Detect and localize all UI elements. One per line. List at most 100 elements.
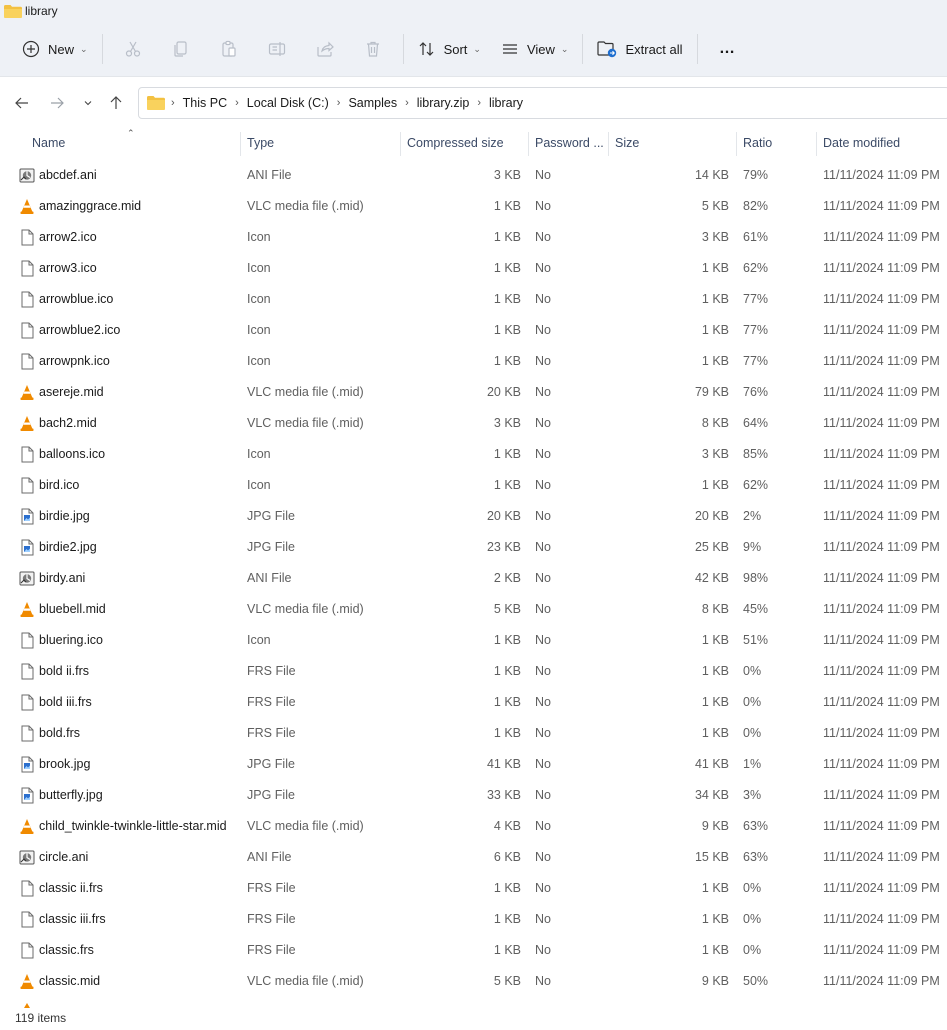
breadcrumb-library-zip[interactable]: library.zip (411, 96, 476, 110)
file-type: VLC media file (.mid) (247, 819, 364, 833)
file-name: bluebell.mid (39, 602, 106, 616)
column-divider[interactable] (816, 132, 817, 156)
folder-icon (4, 4, 22, 18)
file-name: birdy.ani (39, 571, 86, 585)
new-label: New (48, 41, 75, 57)
column-header-ratio[interactable]: Ratio (743, 136, 772, 150)
password-protected: No (535, 850, 551, 864)
file-type: FRS File (247, 881, 296, 895)
column-header-size[interactable]: Size (615, 136, 639, 150)
password-protected: No (535, 664, 551, 678)
date-modified: 11/11/2024 11:09 PM (823, 757, 940, 771)
up-button[interactable] (104, 91, 128, 115)
table-row[interactable]: asereje.mid VLC media file (.mid) 20 KB No 7… (0, 377, 947, 408)
table-row[interactable]: classic.frs FRS File 1 KB No 1 KB 0% 11/11/202… (0, 935, 947, 966)
file-type: JPG File (247, 757, 295, 771)
table-row[interactable]: brook.jpg JPG File 41 KB No 41 KB 1% 11/11/202… (0, 749, 947, 780)
table-row[interactable]: bird.ico Icon 1 KB No 1 KB 62% 11/11/2024 11:0… (0, 470, 947, 501)
compressed-size: 1 KB (493, 478, 521, 492)
file-type: JPG File (247, 540, 295, 554)
table-row[interactable]: butterfly.jpg JPG File 33 KB No 34 KB 3% 11/11… (0, 780, 947, 811)
back-button[interactable] (10, 91, 34, 115)
image-file-icon (19, 756, 35, 773)
column-header-type[interactable]: Type (247, 136, 274, 150)
copy-button[interactable] (157, 32, 205, 66)
chevron-down-icon (84, 101, 92, 106)
sort-button[interactable]: Sort ⌄ (410, 32, 489, 66)
cut-button[interactable] (109, 32, 157, 66)
paste-button[interactable] (205, 32, 253, 66)
file-name: asereje.mid (39, 385, 104, 399)
table-row[interactable]: birdie2.jpg JPG File 23 KB No 25 KB 9% 11/11/2… (0, 532, 947, 563)
column-header-name[interactable]: Name (32, 136, 65, 150)
breadcrumb-library[interactable]: library (483, 96, 529, 110)
table-row[interactable]: arrowblue.ico Icon 1 KB No 1 KB 77% 11/11/2024… (0, 284, 947, 315)
password-protected: No (535, 354, 551, 368)
rename-button[interactable] (253, 32, 301, 66)
compressed-size: 1 KB (493, 199, 521, 213)
more-options-button[interactable]: … (704, 32, 752, 66)
table-row[interactable]: bold iii.frs FRS File 1 KB No 1 KB 0% 11/11/20… (0, 687, 947, 718)
share-button[interactable] (301, 32, 349, 66)
table-row[interactable]: classic iii.frs FRS File 1 KB No 1 KB 0% 11/11… (0, 904, 947, 935)
table-row[interactable]: amazinggrace.mid VLC media file (.mid) 1 K… (0, 191, 947, 222)
file-size: 1 KB (701, 354, 729, 368)
table-row[interactable]: classic.mid VLC media file (.mid) 5 KB No 9 … (0, 966, 947, 997)
breadcrumb-this-pc[interactable]: This PC (177, 96, 233, 110)
table-row[interactable]: bold.frs FRS File 1 KB No 1 KB 0% 11/11/2024 1… (0, 718, 947, 749)
delete-button[interactable] (349, 32, 397, 66)
table-row[interactable]: arrow2.ico Icon 1 KB No 3 KB 61% 11/11/2024 11… (0, 222, 947, 253)
column-header-date-modified[interactable]: Date modified (823, 136, 900, 150)
file-size: 1 KB (701, 912, 729, 926)
table-row[interactable]: arrowblue2.ico Icon 1 KB No 1 KB 77% 11/11/202… (0, 315, 947, 346)
compressed-size: 20 KB (486, 385, 521, 399)
file-size: 1 KB (701, 633, 729, 647)
file-icon (19, 477, 35, 494)
table-row[interactable]: arrowpnk.ico Icon 1 KB No 1 KB 77% 11/11/2024 … (0, 346, 947, 377)
column-divider[interactable] (608, 132, 609, 156)
password-protected: No (535, 261, 551, 275)
password-protected: No (535, 695, 551, 709)
column-divider[interactable] (400, 132, 401, 156)
column-header-compressed-size[interactable]: Compressed size (407, 136, 504, 150)
breadcrumb-local-disk[interactable]: Local Disk (C:) (241, 96, 335, 110)
view-lines-icon (502, 44, 517, 54)
table-row[interactable]: classic ii.frs FRS File 1 KB No 1 KB 0% 11/11/… (0, 873, 947, 904)
password-protected: No (535, 478, 551, 492)
file-size: 9 KB (701, 974, 729, 988)
table-row[interactable]: bluering.ico Icon 1 KB No 1 KB 51% 11/11/2024 … (0, 625, 947, 656)
chevron-down-icon: ⌄ (560, 43, 569, 54)
table-row[interactable]: birdie.jpg JPG File 20 KB No 20 KB 2% 11/11/20… (0, 501, 947, 532)
table-row[interactable]: balloons.ico Icon 1 KB No 3 KB 85% 11/11/2024 … (0, 439, 947, 470)
table-row[interactable]: circle.ani ANI File 6 KB No 15 KB 63% 11/11/20… (0, 842, 947, 873)
new-button[interactable]: New ⌄ (14, 32, 96, 66)
file-icon (19, 694, 35, 711)
forward-button[interactable] (45, 91, 69, 115)
table-row[interactable]: arrow3.ico Icon 1 KB No 1 KB 62% 11/11/2024 11… (0, 253, 947, 284)
file-name: amazinggrace.mid (39, 199, 142, 213)
extract-all-button[interactable]: Extract all (589, 32, 690, 66)
address-bar[interactable]: › This PC › Local Disk (C:) › Samples › … (138, 87, 947, 119)
breadcrumb-samples[interactable]: Samples (342, 96, 403, 110)
file-type: Icon (247, 447, 271, 461)
compressed-size: 1 KB (493, 354, 521, 368)
column-divider[interactable] (240, 132, 241, 156)
toolbar-divider (582, 34, 584, 64)
table-row[interactable]: abcdef.ani ANI File 3 KB No 14 KB 79% 11/11/20… (0, 160, 947, 191)
table-row[interactable]: birdy.ani ANI File 2 KB No 42 KB 98% 11/11/202… (0, 563, 947, 594)
extract-folder-icon (597, 41, 617, 58)
compression-ratio: 62% (743, 478, 769, 492)
table-row[interactable]: child_twinkle-twinkle-little-star.mid VLC… (0, 811, 947, 842)
table-row[interactable]: bach2.mid VLC media file (.mid) 3 KB No 8 KB… (0, 408, 947, 439)
password-protected: No (535, 943, 551, 957)
column-header-password[interactable]: Password ... (535, 136, 604, 150)
column-divider[interactable] (736, 132, 737, 156)
file-size: 14 KB (694, 168, 729, 182)
column-divider[interactable] (528, 132, 529, 156)
date-modified: 11/11/2024 11:09 PM (823, 416, 940, 430)
password-protected: No (535, 447, 551, 461)
table-row[interactable]: bluebell.mid VLC media file (.mid) 5 KB No 8… (0, 594, 947, 625)
recent-locations-button[interactable] (76, 91, 100, 115)
table-row[interactable]: bold ii.frs FRS File 1 KB No 1 KB 0% 11/11/202… (0, 656, 947, 687)
view-button[interactable]: View ⌄ (493, 32, 577, 66)
